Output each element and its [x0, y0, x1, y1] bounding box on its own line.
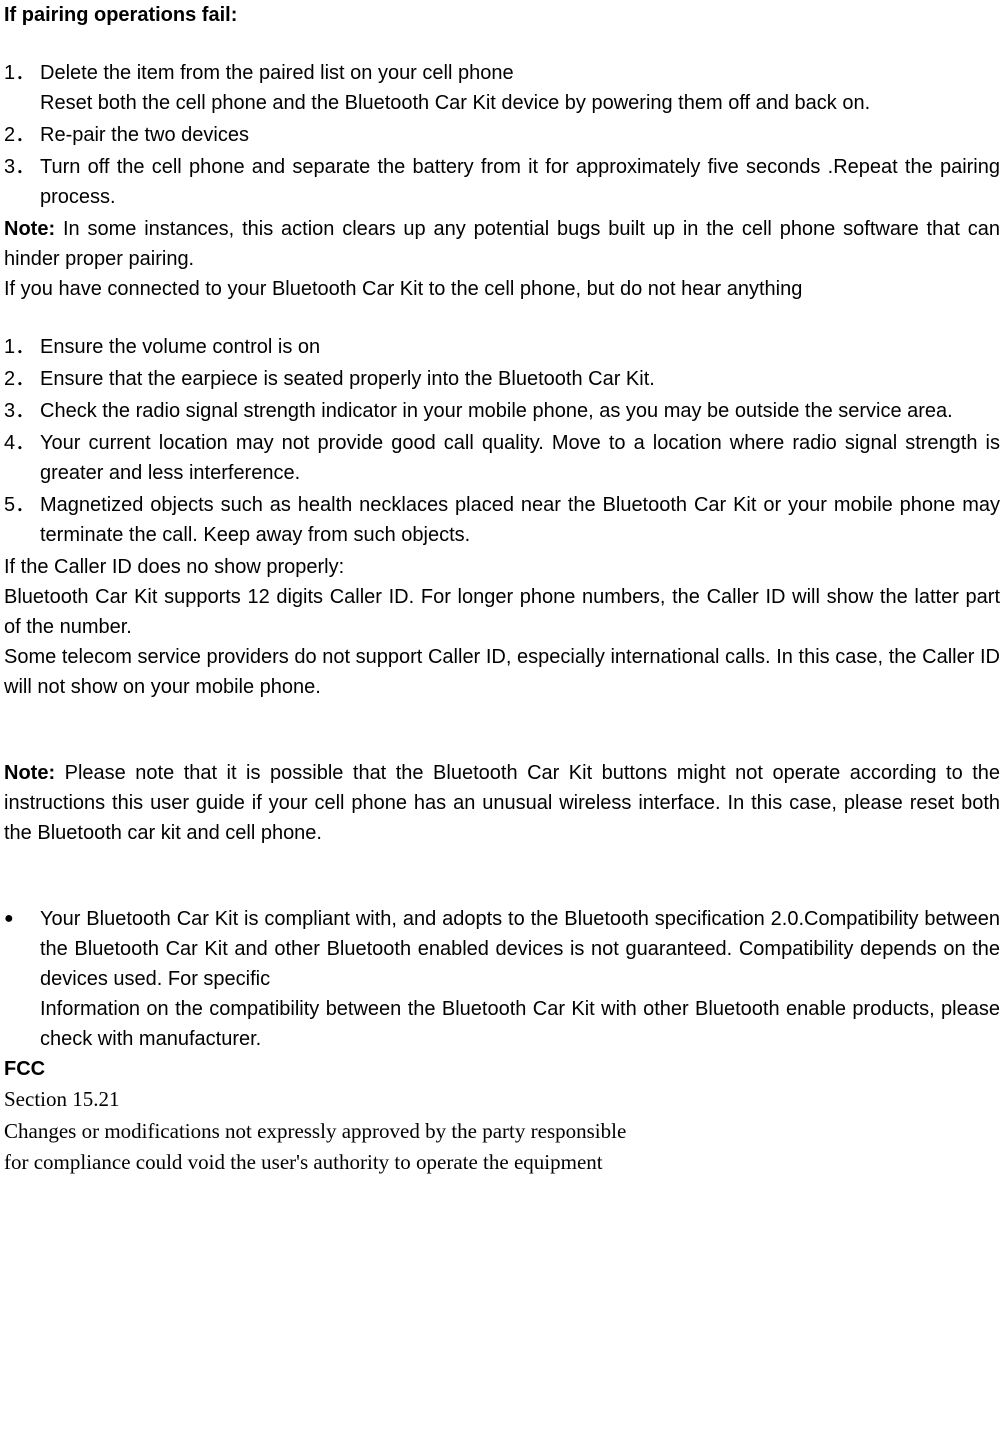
list-item: Ensure the volume control is on: [40, 332, 1000, 362]
list-item-text: Check the radio signal strength indicato…: [40, 400, 953, 422]
fcc-line: Changes or modifications not expressly a…: [4, 1116, 1000, 1148]
caller-id-p1: Bluetooth Car Kit supports 12 digits Cal…: [4, 582, 1000, 642]
list-item-text: Magnetized objects such as health neckla…: [40, 494, 1000, 546]
bullet-list-compat: Your Bluetooth Car Kit is compliant with…: [4, 904, 1000, 1054]
list-item-text: Ensure the volume control is on: [40, 336, 320, 358]
caller-id-title: If the Caller ID does no show properly:: [4, 552, 1000, 582]
fcc-section-num: Section 15.21: [4, 1084, 1000, 1116]
note-label: Note:: [4, 218, 55, 240]
caller-id-section: If the Caller ID does no show properly: …: [4, 552, 1000, 702]
fcc-title: FCC: [4, 1054, 1000, 1084]
note-2: Note: Please note that it is possible th…: [4, 758, 1000, 848]
fcc-line: for compliance could void the user's aut…: [4, 1147, 1000, 1179]
fcc-section: FCC Section 15.21 Changes or modificatio…: [4, 1054, 1000, 1179]
list-pairing-fail: Delete the item from the paired list on …: [4, 58, 1000, 212]
list-item: Your Bluetooth Car Kit is compliant with…: [40, 904, 1000, 1054]
para-no-audio: If you have connected to your Bluetooth …: [4, 274, 1000, 304]
heading-pairing-fail: If pairing operations fail:: [4, 0, 1000, 30]
note-1: Note: In some instances, this action cle…: [4, 214, 1000, 274]
list-item-text: Ensure that the earpiece is seated prope…: [40, 368, 655, 390]
note-text: In some instances, this action clears up…: [4, 218, 1000, 270]
list-item-text: Re-pair the two devices: [40, 124, 249, 146]
note-text: Please note that it is possible that the…: [4, 762, 1000, 844]
list-item: Your current location may not provide go…: [40, 428, 1000, 488]
list-item-text: Information on the compatibility between…: [40, 994, 1000, 1054]
list-item-text: Your Bluetooth Car Kit is compliant with…: [40, 904, 1000, 994]
list-item: Re-pair the two devices: [40, 120, 1000, 150]
list-item: Turn off the cell phone and separate the…: [40, 152, 1000, 212]
list-item: Magnetized objects such as health neckla…: [40, 490, 1000, 550]
list-item: Ensure that the earpiece is seated prope…: [40, 364, 1000, 394]
caller-id-p2: Some telecom service providers do not su…: [4, 642, 1000, 702]
list-item-text: Your current location may not provide go…: [40, 432, 1000, 484]
list-item: Delete the item from the paired list on …: [40, 58, 1000, 118]
list-item-sub: Reset both the cell phone and the Blueto…: [40, 88, 1000, 118]
list-item: Check the radio signal strength indicato…: [40, 396, 1000, 426]
list-item-text: Delete the item from the paired list on …: [40, 62, 514, 84]
list-item-text: Turn off the cell phone and separate the…: [40, 156, 1000, 208]
list-no-audio: Ensure the volume control is on Ensure t…: [4, 332, 1000, 550]
note-label: Note:: [4, 762, 55, 784]
